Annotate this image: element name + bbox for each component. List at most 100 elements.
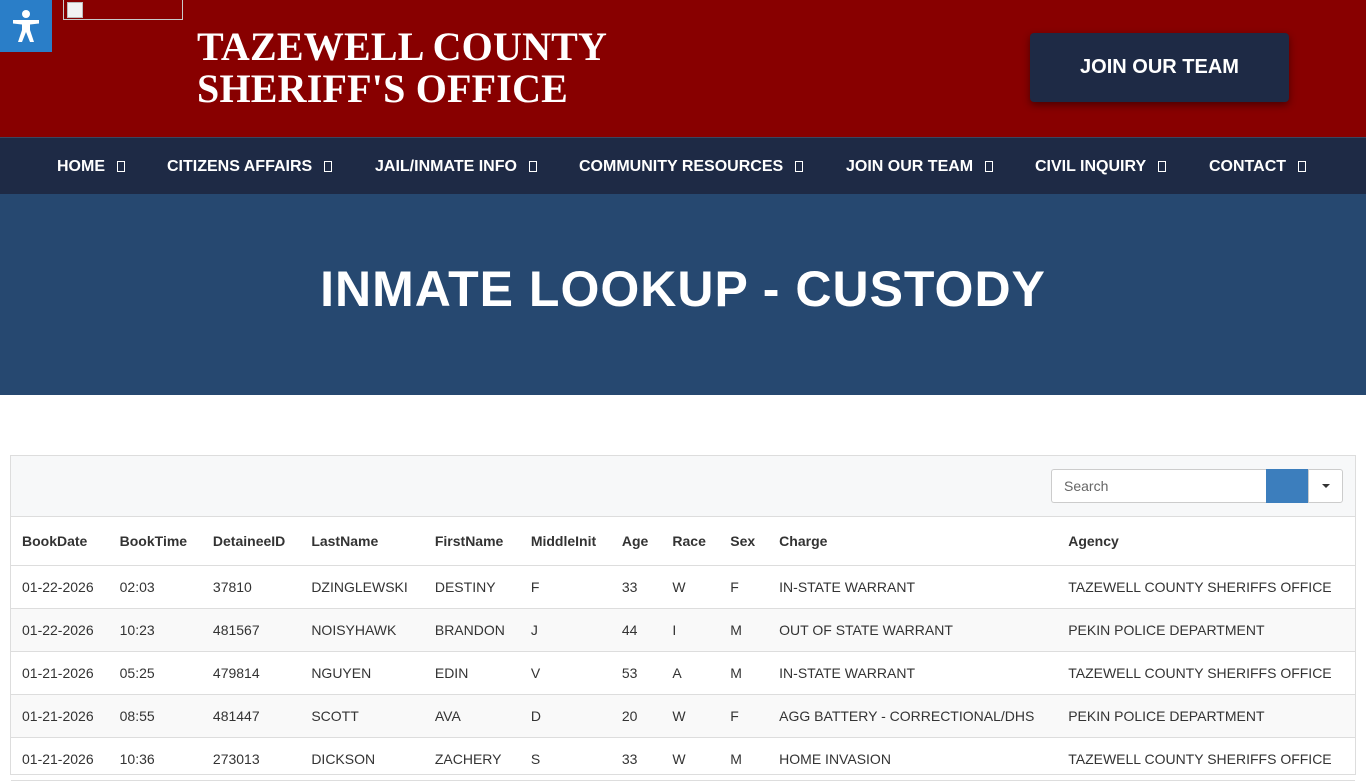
table-row[interactable]: 01-21-2026 08:55 481447 SCOTT AVA D 20 W F AGG BA… xyxy=(11,694,1355,738)
table-cell: DICKSON xyxy=(300,737,424,781)
table-cell: 33 xyxy=(610,565,662,609)
search-options-dropdown[interactable] xyxy=(1308,469,1343,503)
table-cell: IN-STATE WARRANT xyxy=(768,651,1058,695)
table-cell: M xyxy=(719,737,769,781)
column-header[interactable]: Age xyxy=(610,517,662,566)
table-cell: A xyxy=(661,651,720,695)
site-header: TAZEWELL COUNTY SHERIFF'S OFFICE JOIN OU… xyxy=(0,0,1366,137)
table-cell: 08:55 xyxy=(108,694,202,738)
accessibility-button[interactable] xyxy=(0,0,52,52)
table-cell: 273013 xyxy=(201,737,301,781)
caret-down-icon xyxy=(1321,484,1330,488)
table-cell: BRANDON xyxy=(423,608,520,652)
table-cell: 37810 xyxy=(201,565,301,609)
search-button[interactable] xyxy=(1266,469,1309,503)
nav-item-home[interactable]: HOME xyxy=(57,138,125,195)
table-cell: 481567 xyxy=(201,608,301,652)
column-header[interactable]: BookDate xyxy=(11,517,109,566)
table-cell: 10:23 xyxy=(108,608,202,652)
accessibility-icon xyxy=(13,10,39,42)
chevron-down-icon xyxy=(1298,161,1307,172)
table-cell: PEKIN POLICE DEPARTMENT xyxy=(1057,608,1355,652)
nav-item-label: CIVIL INQUIRY xyxy=(1035,157,1147,175)
join-our-team-button[interactable]: JOIN OUR TEAM xyxy=(1030,33,1289,102)
nav-item-label: HOME xyxy=(57,157,105,175)
column-header[interactable]: FirstName xyxy=(423,517,520,566)
table-cell: NOISYHAWK xyxy=(300,608,424,652)
table-body: 01-22-2026 02:03 37810 DZINGLEWSKI DESTINY F 3… xyxy=(11,565,1355,781)
nav-item-citizens-affairs[interactable]: CITIZENS AFFAIRS xyxy=(167,138,333,195)
chevron-down-icon xyxy=(795,161,804,172)
table-cell: J xyxy=(519,608,611,652)
nav-item-label: JAIL/INMATE INFO xyxy=(375,157,517,175)
table-cell: 01-21-2026 xyxy=(11,651,109,695)
nav-item-contact[interactable]: CONTACT xyxy=(1209,138,1307,195)
table-cell: ZACHERY xyxy=(423,737,520,781)
table-cell: AVA xyxy=(423,694,520,738)
table-cell: 01-21-2026 xyxy=(11,737,109,781)
column-header[interactable]: MiddleInit xyxy=(519,517,611,566)
table-cell: S xyxy=(519,737,611,781)
table-cell: DZINGLEWSKI xyxy=(300,565,424,609)
site-title-line1: TAZEWELL COUNTY xyxy=(197,24,608,69)
table-cell: TAZEWELL COUNTY SHERIFFS OFFICE xyxy=(1057,651,1355,695)
column-header[interactable]: Charge xyxy=(768,517,1058,566)
table-cell: 01-21-2026 xyxy=(11,694,109,738)
column-header[interactable]: DetaineeID xyxy=(201,517,301,566)
table-row[interactable]: 01-21-2026 10:36 273013 DICKSON ZACHERY S 33 W M… xyxy=(11,737,1355,781)
table-cell: W xyxy=(661,737,720,781)
site-title[interactable]: TAZEWELL COUNTY SHERIFF'S OFFICE xyxy=(197,26,607,110)
nav-item-community-resources[interactable]: COMMUNITY RESOURCES xyxy=(579,138,804,195)
table-cell: M xyxy=(719,651,769,695)
nav-item-label: COMMUNITY RESOURCES xyxy=(579,157,784,175)
column-header[interactable]: Race xyxy=(661,517,720,566)
nav-item-jail-inmate-info[interactable]: JAIL/INMATE INFO xyxy=(375,138,537,195)
chevron-down-icon xyxy=(985,161,994,172)
main-navigation: HOME CITIZENS AFFAIRS JAIL/INMATE INFO C… xyxy=(0,137,1366,194)
table-row[interactable]: 01-21-2026 05:25 479814 NGUYEN EDIN V 53 A M IN-S… xyxy=(11,651,1355,695)
table-cell: SCOTT xyxy=(300,694,424,738)
column-header[interactable]: Agency xyxy=(1057,517,1355,566)
nav-item-join-our-team[interactable]: JOIN OUR TEAM xyxy=(846,138,994,195)
table-cell: TAZEWELL COUNTY SHERIFFS OFFICE xyxy=(1057,737,1355,781)
table-cell: 44 xyxy=(610,608,662,652)
table-cell: 481447 xyxy=(201,694,301,738)
table-cell: 53 xyxy=(610,651,662,695)
table-cell: 20 xyxy=(610,694,662,738)
logo-image-placeholder[interactable] xyxy=(63,0,183,20)
chevron-down-icon xyxy=(528,161,537,172)
table-cell: F xyxy=(719,565,769,609)
nav-item-civil-inquiry[interactable]: CIVIL INQUIRY xyxy=(1035,138,1167,195)
table-cell: OUT OF STATE WARRANT xyxy=(768,608,1058,652)
table-header-row: BookDate BookTime DetaineeID LastName FirstN… xyxy=(11,517,1355,566)
table-cell: F xyxy=(719,694,769,738)
chevron-down-icon xyxy=(117,161,125,172)
column-header[interactable]: LastName xyxy=(300,517,424,566)
table-cell: 10:36 xyxy=(108,737,202,781)
table-cell: 01-22-2026 xyxy=(11,608,109,652)
table-toolbar xyxy=(11,456,1355,517)
table-cell: 02:03 xyxy=(108,565,202,609)
column-header[interactable]: BookTime xyxy=(108,517,202,566)
table-cell: HOME INVASION xyxy=(768,737,1058,781)
table-cell: TAZEWELL COUNTY SHERIFFS OFFICE xyxy=(1057,565,1355,609)
table-cell: NGUYEN xyxy=(300,651,424,695)
table-cell: I xyxy=(661,608,720,652)
table-cell: 05:25 xyxy=(108,651,202,695)
nav-item-label: CITIZENS AFFAIRS xyxy=(167,157,313,175)
table-cell: 01-22-2026 xyxy=(11,565,109,609)
table-row[interactable]: 01-22-2026 10:23 481567 NOISYHAWK BRANDON J 44… xyxy=(11,608,1355,652)
page-title: INMATE LOOKUP - CUSTODY xyxy=(320,261,1046,317)
table-cell: AGG BATTERY - CORRECTIONAL/DHS xyxy=(768,694,1058,738)
column-header[interactable]: Sex xyxy=(719,517,769,566)
table-cell: W xyxy=(661,694,720,738)
table-cell: W xyxy=(661,565,720,609)
inmate-table: BookDate BookTime DetaineeID LastName FirstN… xyxy=(11,517,1355,781)
inmate-table-panel: BookDateBookTimeDetaineeIDLastNameFirstN… xyxy=(10,455,1356,781)
site-title-line2: SHERIFF'S OFFICE xyxy=(197,66,569,111)
search-input[interactable] xyxy=(1051,469,1267,503)
table-row[interactable]: 01-22-2026 02:03 37810 DZINGLEWSKI DESTINY F 3… xyxy=(11,565,1355,609)
table-cell: IN-STATE WARRANT xyxy=(768,565,1058,609)
table-cell: D xyxy=(519,694,611,738)
page-hero: INMATE LOOKUP - CUSTODY xyxy=(0,194,1366,395)
